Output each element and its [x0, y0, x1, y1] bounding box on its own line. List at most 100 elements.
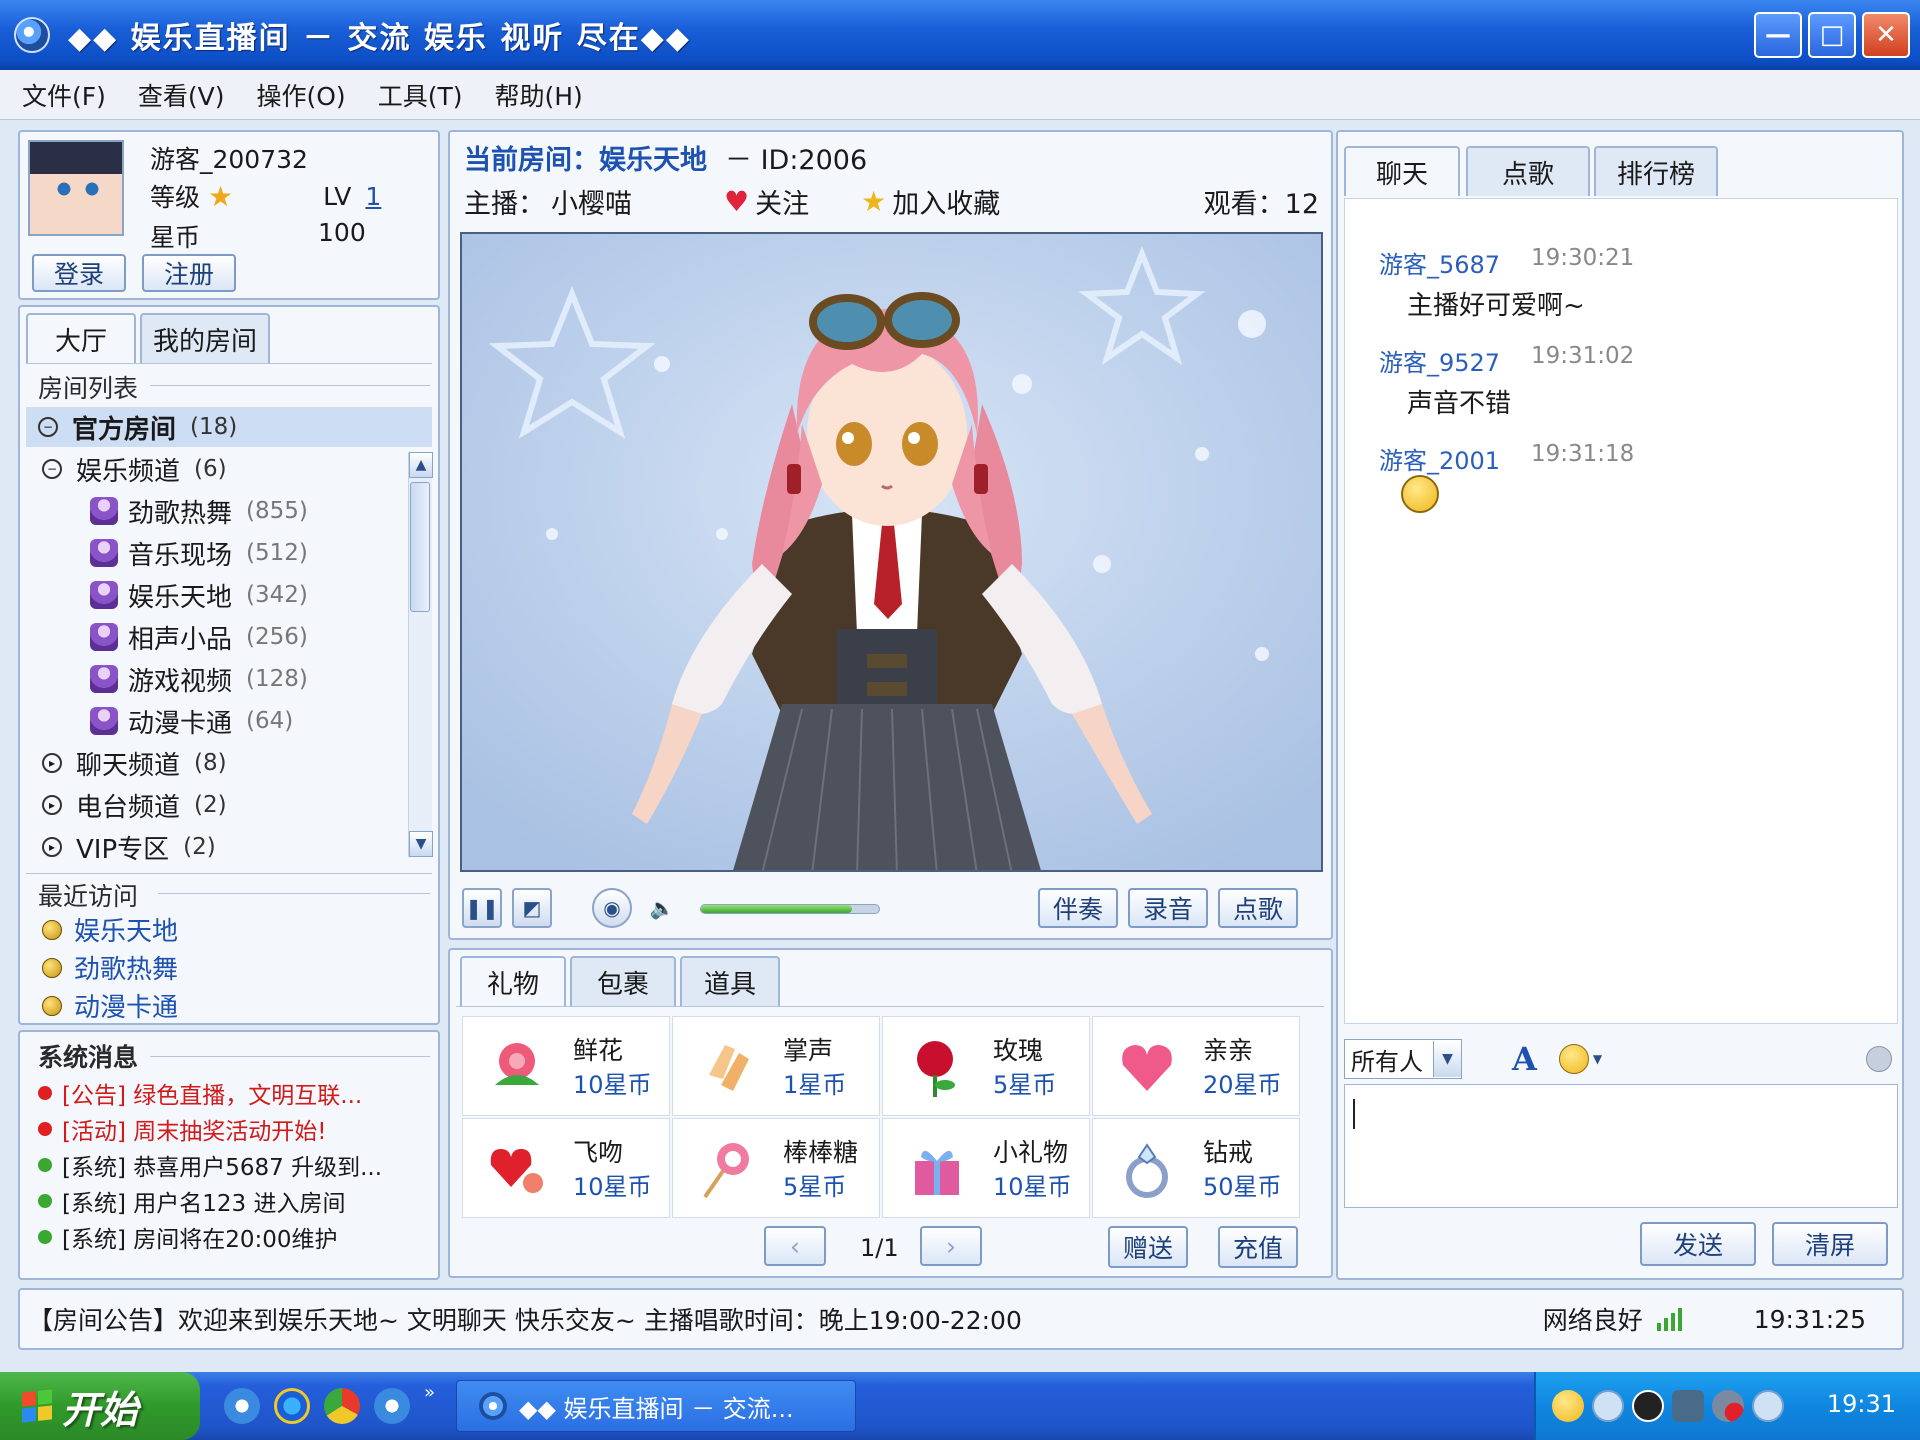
- settings-icon[interactable]: [1866, 1046, 1892, 1072]
- chrome-icon[interactable]: [324, 1388, 360, 1424]
- gift-item[interactable]: 亲亲 20星币: [1092, 1016, 1300, 1116]
- system-message: [公告] 绿色直播，文明互联...: [38, 1076, 433, 1110]
- tray-shield-icon[interactable]: [1672, 1390, 1704, 1422]
- song-request-button[interactable]: 点歌: [1218, 888, 1298, 928]
- expand-icon[interactable]: ▸: [42, 795, 62, 815]
- scroll-down-icon[interactable]: ▼: [409, 831, 433, 857]
- avatar[interactable]: [28, 140, 124, 236]
- gift-item[interactable]: 钻戒 50星币: [1092, 1118, 1300, 1218]
- minimize-button[interactable]: —: [1754, 12, 1802, 58]
- windows-logo-icon: [22, 1389, 52, 1423]
- tree-radio-channel[interactable]: ▸ 电台频道 (2): [30, 785, 410, 825]
- recent-item[interactable]: 动漫卡通: [42, 987, 178, 1024]
- fullscreen-icon[interactable]: ◩: [512, 888, 552, 928]
- tab-items[interactable]: 道具: [680, 956, 780, 1006]
- status-clock: 19:31:25: [1753, 1304, 1866, 1334]
- tab-lobby[interactable]: 大厅: [26, 313, 136, 363]
- menu-action[interactable]: 操作(O): [257, 77, 346, 113]
- expand-icon[interactable]: ▸: [42, 837, 62, 857]
- tab-leaderboard[interactable]: 排行榜: [1594, 146, 1718, 196]
- gift-item[interactable]: 掌声 1星币: [672, 1016, 880, 1116]
- announcement-text: 【房间公告】欢迎来到娱乐天地~ 文明聊天 快乐交友~ 主播唱歌时间：晚上19:0…: [28, 1306, 1022, 1335]
- speaker-icon[interactable]: 🔈: [642, 888, 682, 928]
- room-item[interactable]: 游戏视频 (128): [30, 659, 410, 699]
- tree-chat-channel[interactable]: ▸ 聊天频道 (8): [30, 743, 410, 783]
- clear-screen-button[interactable]: 清屏: [1772, 1222, 1888, 1266]
- pause-icon[interactable]: ❚❚: [462, 888, 502, 928]
- scroll-thumb[interactable]: [410, 482, 430, 612]
- ie-icon[interactable]: [274, 1388, 310, 1424]
- tab-gifts[interactable]: 礼物: [460, 956, 566, 1006]
- video-stream[interactable]: [460, 232, 1323, 872]
- prev-page-icon[interactable]: ‹: [764, 1226, 826, 1266]
- tray-network-icon[interactable]: [1592, 1390, 1624, 1422]
- chat-input[interactable]: [1344, 1084, 1898, 1208]
- gift-item[interactable]: 鲜花 10星币: [462, 1016, 670, 1116]
- send-button[interactable]: 发送: [1640, 1222, 1756, 1266]
- emoji-picker-icon[interactable]: [1558, 1044, 1589, 1074]
- room-item[interactable]: 音乐现场 (512): [30, 533, 410, 573]
- login-button[interactable]: 登录: [32, 254, 126, 292]
- maximize-button[interactable]: □: [1808, 12, 1856, 58]
- room-icon: [90, 497, 118, 525]
- recharge-button[interactable]: 充值: [1218, 1226, 1298, 1268]
- camera-icon[interactable]: ◉: [592, 888, 632, 928]
- dropdown-arrow-icon[interactable]: ▼: [1593, 1052, 1602, 1066]
- tray-speaker-muted-icon[interactable]: [1712, 1390, 1744, 1422]
- kiss-icon: [1122, 1045, 1172, 1091]
- gift-item[interactable]: 小礼物 10星币: [882, 1118, 1090, 1218]
- recent-item[interactable]: 娱乐天地: [42, 911, 178, 948]
- menu-file[interactable]: 文件(F): [22, 77, 106, 113]
- gift-item[interactable]: 棒棒糖 5星币: [672, 1118, 880, 1218]
- font-icon[interactable]: A: [1512, 1040, 1537, 1078]
- room-item[interactable]: 动漫卡通 (64): [30, 701, 410, 741]
- volume-fill: [701, 905, 853, 913]
- send-gift-button[interactable]: 赠送: [1108, 1226, 1188, 1268]
- gift-item[interactable]: 飞吻 10星币: [462, 1118, 670, 1218]
- tree-ent-channel[interactable]: − 娱乐频道 (6): [30, 449, 410, 489]
- tree-vip-channel[interactable]: ▸ VIP专区 (2): [30, 827, 410, 867]
- lv-value[interactable]: 1: [365, 182, 381, 211]
- register-button[interactable]: 注册: [142, 254, 236, 292]
- quicklaunch-app-icon[interactable]: [224, 1388, 260, 1424]
- level-label: 等级: [150, 183, 201, 212]
- tab-my-room[interactable]: 我的房间: [140, 313, 270, 363]
- tab-backpack[interactable]: 包裹: [570, 956, 676, 1006]
- follow-button[interactable]: ♥ 关注: [724, 182, 809, 221]
- tree-official-rooms[interactable]: − 官方房间 (18): [26, 407, 432, 447]
- menu-tools[interactable]: 工具(T): [378, 77, 463, 113]
- tab-song-request[interactable]: 点歌: [1466, 146, 1590, 196]
- close-button[interactable]: ✕: [1862, 12, 1910, 58]
- gift-item[interactable]: 玫瑰 5星币: [882, 1016, 1090, 1116]
- chat-user[interactable]: 游客_9527: [1379, 343, 1500, 378]
- room-item[interactable]: 劲歌热舞 (855): [30, 491, 410, 531]
- room-item[interactable]: 相声小品 (256): [30, 617, 410, 657]
- tray-update-icon[interactable]: [1752, 1390, 1784, 1422]
- expand-icon[interactable]: ▸: [42, 753, 62, 773]
- accompany-button[interactable]: 伴奏: [1038, 888, 1118, 928]
- collapse-icon[interactable]: −: [42, 459, 62, 479]
- room-list-scrollbar[interactable]: ▲ ▼: [408, 452, 433, 857]
- quicklaunch-app-icon[interactable]: [374, 1388, 410, 1424]
- menu-help[interactable]: 帮助(H): [494, 77, 582, 113]
- tray-emoji-icon[interactable]: [1552, 1390, 1584, 1422]
- volume-slider[interactable]: [700, 904, 880, 914]
- chevron-down-icon: ▼: [1433, 1041, 1461, 1077]
- start-button[interactable]: 开始: [0, 1372, 200, 1440]
- record-button[interactable]: 录音: [1128, 888, 1208, 928]
- tray-qq-icon[interactable]: [1632, 1390, 1664, 1422]
- scroll-up-icon[interactable]: ▲: [409, 452, 433, 478]
- menu-view[interactable]: 查看(V): [138, 77, 225, 113]
- favorite-button[interactable]: ★ 加入收藏: [861, 182, 1000, 221]
- collapse-icon[interactable]: −: [38, 417, 58, 437]
- username: 游客_200732: [150, 145, 308, 174]
- chat-user[interactable]: 游客_5687: [1379, 245, 1500, 280]
- taskbar-item-live-room[interactable]: ◆◆ 娱乐直播间 － 交流...: [456, 1380, 856, 1432]
- tab-chat[interactable]: 聊天: [1344, 146, 1460, 196]
- chat-target-select[interactable]: 所有人 ▼: [1344, 1039, 1462, 1079]
- next-page-icon[interactable]: ›: [920, 1226, 982, 1266]
- recent-item[interactable]: 劲歌热舞: [42, 949, 178, 986]
- room-item[interactable]: 娱乐天地 (342): [30, 575, 410, 615]
- chat-user[interactable]: 游客_2001: [1379, 441, 1500, 476]
- more-icon[interactable]: »: [424, 1382, 435, 1403]
